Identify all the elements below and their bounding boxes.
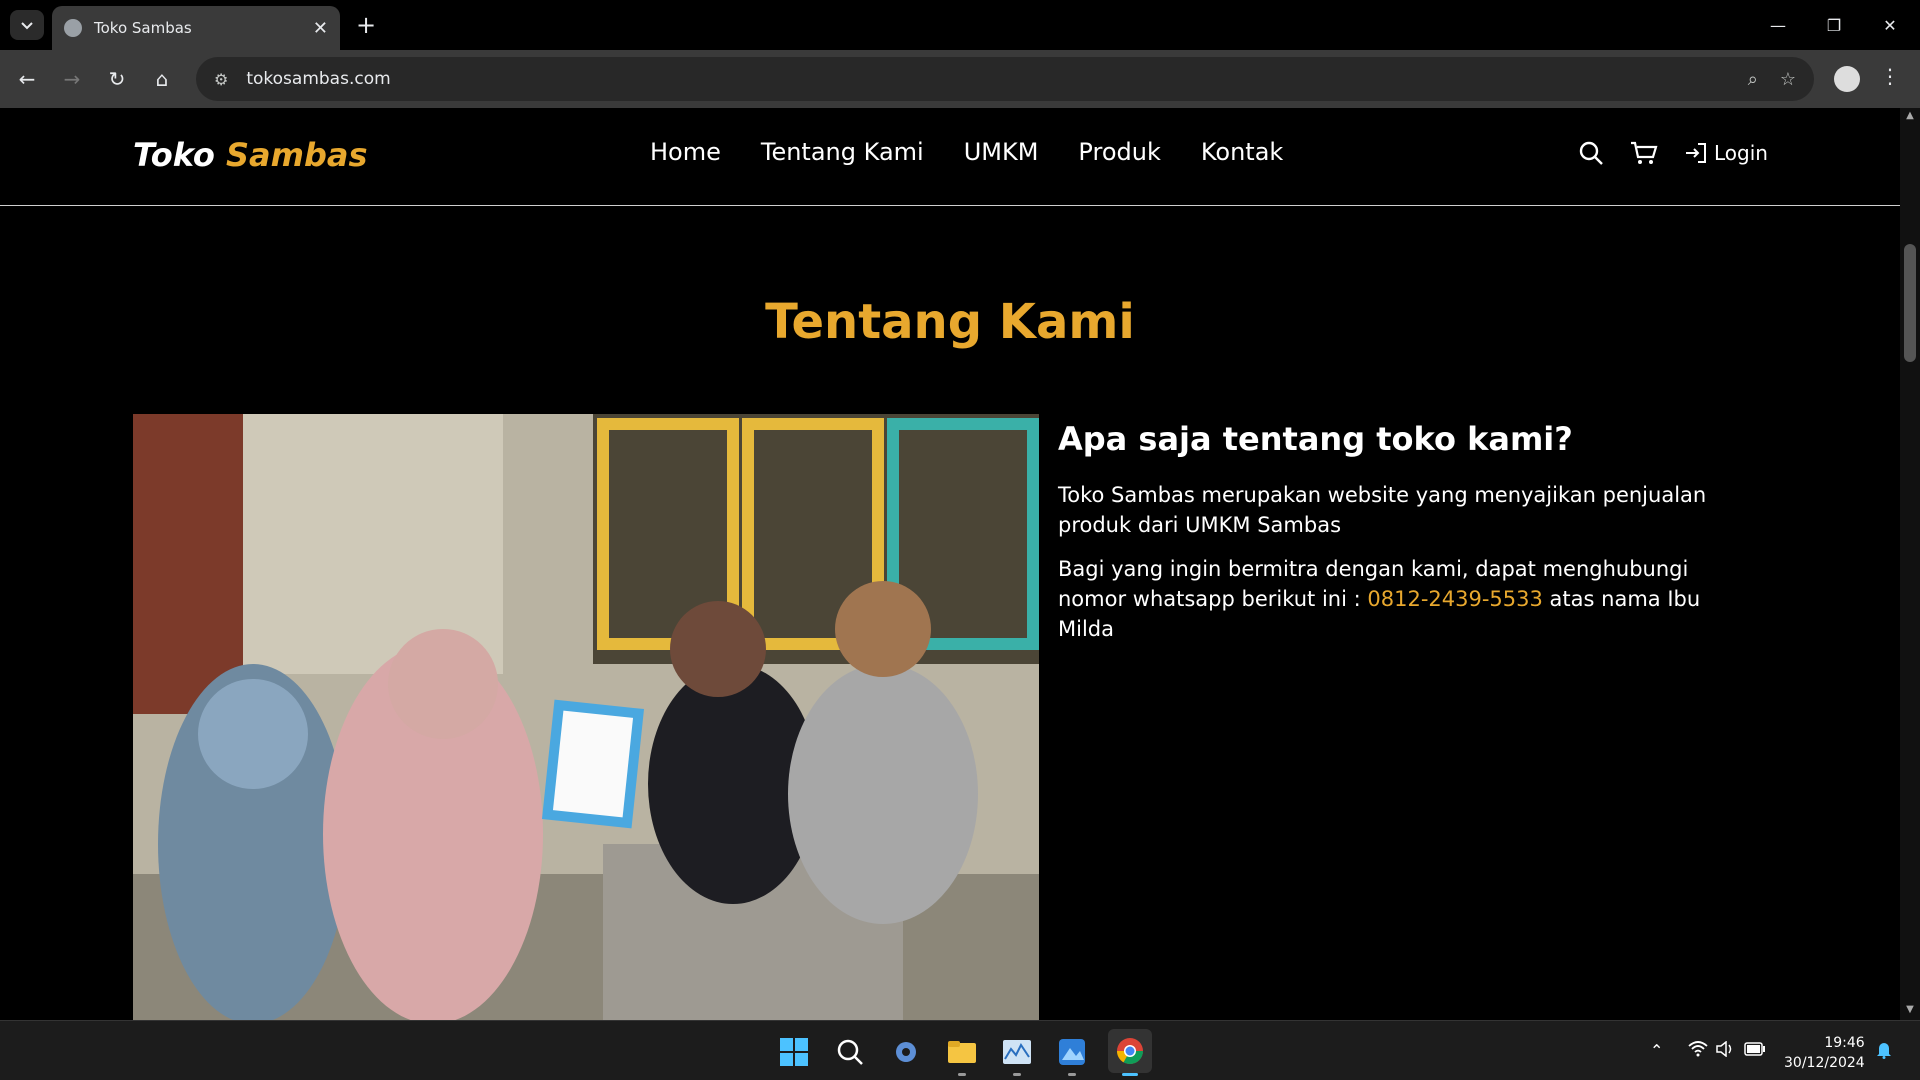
bookmark-star-icon[interactable]: ☆ <box>1780 69 1796 90</box>
photos-icon[interactable] <box>1055 1035 1089 1069</box>
browser-menu-icon[interactable]: ⋮ <box>1880 64 1900 88</box>
close-tab-icon[interactable]: ✕ <box>313 18 328 39</box>
main-nav: Home Tentang Kami UMKM Produk Kontak <box>650 138 1283 166</box>
site-info-icon[interactable]: ⚙ <box>214 70 228 89</box>
profile-avatar[interactable] <box>1834 66 1860 92</box>
minimize-button[interactable]: — <box>1758 10 1798 40</box>
clock-date: 30/12/2024 <box>1784 1055 1865 1071</box>
nav-produk[interactable]: Produk <box>1078 138 1160 166</box>
nav-umkm[interactable]: UMKM <box>964 138 1039 166</box>
wifi-icon[interactable] <box>1688 1041 1708 1061</box>
clock-time: 19:46 <box>1824 1035 1865 1051</box>
chrome-active-indicator <box>1122 1073 1138 1076</box>
file-explorer-icon[interactable] <box>945 1035 979 1069</box>
page-scrollbar[interactable]: ▲ ▼ <box>1900 108 1920 1020</box>
about-paragraph-2: Bagi yang ingin bermitra dengan kami, da… <box>1058 554 1758 644</box>
zoom-icon[interactable]: ⌕ <box>1748 69 1758 90</box>
globe-icon <box>64 19 82 37</box>
team-photo <box>133 414 1039 1020</box>
forward-button[interactable]: → <box>55 62 89 96</box>
logo-word-1: Toko <box>133 136 215 174</box>
photos-running-indicator <box>1068 1073 1076 1076</box>
team-photo-illustration <box>133 414 1039 1020</box>
login-label: Login <box>1714 141 1768 165</box>
home-button[interactable]: ⌂ <box>145 62 179 96</box>
show-hidden-icons-chevron-icon[interactable]: ⌃ <box>1650 1041 1663 1060</box>
restore-button[interactable]: ❐ <box>1814 10 1854 40</box>
taskbar-clock[interactable]: 19:46 30/12/2024 <box>1784 1033 1865 1073</box>
battery-icon[interactable] <box>1744 1041 1766 1060</box>
about-heading: Apa saja tentang toko kami? <box>1058 420 1573 458</box>
search-icon[interactable] <box>1578 140 1604 166</box>
nav-tentang-kami[interactable]: Tentang Kami <box>761 138 924 166</box>
search-taskbar-icon[interactable] <box>833 1035 867 1069</box>
about-paragraph-1: Toko Sambas merupakan website yang menya… <box>1058 483 1707 537</box>
reload-button[interactable]: ↻ <box>100 62 134 96</box>
section-title: Tentang Kami <box>765 294 1135 350</box>
scroll-thumb[interactable] <box>1904 244 1916 362</box>
address-bar[interactable]: ⚙ tokosambas.com ⌕ ☆ <box>196 57 1814 101</box>
about-content: Apa saja tentang toko kami? Toko Sambas … <box>1058 414 1758 658</box>
explorer-running-indicator <box>958 1073 966 1076</box>
taskbar: ⌃ 19:46 30/12/2024 <box>0 1020 1920 1080</box>
settings-gear-icon[interactable] <box>889 1035 923 1069</box>
site-header: Toko Sambas Home Tentang Kami UMKM Produ… <box>0 108 1900 206</box>
task-manager-icon[interactable] <box>1000 1035 1034 1069</box>
nav-kontak[interactable]: Kontak <box>1201 138 1283 166</box>
site-logo[interactable]: Toko Sambas <box>133 136 367 174</box>
nav-home[interactable]: Home <box>650 138 721 166</box>
browser-tab[interactable]: Toko Sambas ✕ <box>52 6 340 50</box>
chevron-down-icon <box>21 22 33 30</box>
login-icon <box>1686 143 1706 163</box>
volume-icon[interactable] <box>1716 1040 1734 1061</box>
close-window-button[interactable]: ✕ <box>1870 10 1910 40</box>
new-tab-button[interactable]: + <box>352 11 380 39</box>
cart-icon[interactable] <box>1630 140 1658 166</box>
tab-title: Toko Sambas <box>94 19 192 37</box>
notification-bell-icon[interactable] <box>1876 1041 1892 1063</box>
url-text: tokosambas.com <box>246 69 391 89</box>
page-viewport: Toko Sambas Home Tentang Kami UMKM Produ… <box>0 108 1900 1020</box>
browser-titlebar: Toko Sambas ✕ + — ❐ ✕ <box>0 0 1920 50</box>
tab-search-button[interactable] <box>10 10 44 40</box>
chrome-icon[interactable] <box>1108 1029 1152 1073</box>
task-manager-running-indicator <box>1013 1073 1021 1076</box>
logo-word-2: Sambas <box>225 136 368 174</box>
whatsapp-number[interactable]: 0812-2439-5533 <box>1367 587 1543 611</box>
login-button[interactable]: Login <box>1684 141 1768 165</box>
back-button[interactable]: ← <box>10 62 44 96</box>
scroll-up-arrow[interactable]: ▲ <box>1904 110 1916 122</box>
header-actions: Login <box>1578 140 1768 166</box>
scroll-down-arrow[interactable]: ▼ <box>1904 1004 1916 1016</box>
start-windows-icon[interactable] <box>777 1035 811 1069</box>
browser-toolbar: ← → ↻ ⌂ ⚙ tokosambas.com ⌕ ☆ <box>0 50 1920 108</box>
